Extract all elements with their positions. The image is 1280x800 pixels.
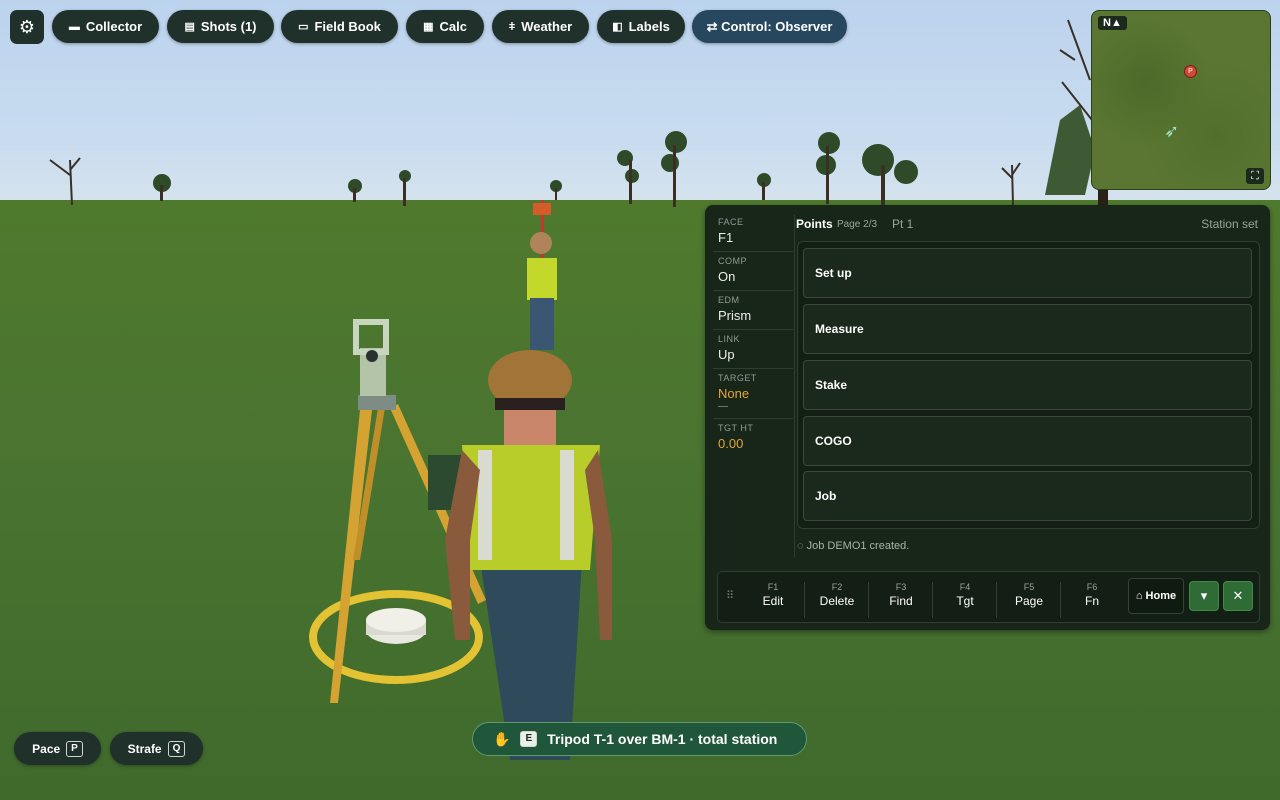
status-edm: EDM Prism <box>713 291 793 330</box>
north-indicator: N▲ <box>1098 16 1127 30</box>
f2-delete-key[interactable]: F2 Delete <box>806 582 869 618</box>
status-value: None <box>718 386 750 401</box>
fkey-label: Find <box>889 594 913 608</box>
pace-key: P <box>66 740 83 757</box>
close-panel-button[interactable]: ✕ <box>1223 581 1253 611</box>
control-observer-button[interactable]: ⇄ Control: Observer <box>692 10 847 43</box>
status-key: COMP <box>718 256 747 266</box>
fkey-label: Tgt <box>956 594 974 608</box>
field-book-button[interactable]: ▭ Field Book <box>281 10 398 43</box>
station-status: Station set <box>1201 217 1258 231</box>
labels-label: Labels <box>628 19 670 34</box>
menu-setup-button[interactable]: Set up <box>803 248 1252 298</box>
tag-icon: ◧ <box>612 21 623 33</box>
status-link: LINK Up <box>713 330 793 369</box>
status-key: TARGET <box>718 373 757 383</box>
status-value: Up <box>718 347 735 362</box>
status-value: On <box>718 269 736 284</box>
close-icon: ✕ <box>1232 588 1244 603</box>
home-button[interactable]: ⌂ Home <box>1128 578 1184 614</box>
fkey-number: F4 <box>959 582 971 592</box>
calc-label: Calc <box>439 19 467 34</box>
weather-button[interactable]: ǂ Weather <box>492 10 589 43</box>
fkey-number: F6 <box>1086 582 1098 592</box>
settings-button[interactable]: ⚙ <box>10 10 44 44</box>
status-message: ◌ Job DEMO1 created. <box>797 540 910 552</box>
f4-target-key[interactable]: F4 Tgt <box>934 582 997 618</box>
divider <box>794 215 795 557</box>
fkey-number: F3 <box>895 582 907 592</box>
status-target: TARGET None — <box>713 369 793 419</box>
field-book-label: Field Book <box>314 19 381 34</box>
interaction-prompt[interactable]: ✋ E Tripod T-1 over BM-1 · total station <box>472 722 807 756</box>
status-value: Prism <box>718 308 752 323</box>
interact-key: E <box>520 731 538 747</box>
status-face: FACE F1 <box>713 213 793 252</box>
fkey-label: Fn <box>1084 594 1099 608</box>
menu-list: Set up Measure Stake COGO Job <box>797 241 1260 529</box>
fullscreen-icon[interactable]: ⛶ <box>1246 168 1264 184</box>
strafe-button[interactable]: Strafe Q <box>110 732 203 765</box>
status-key: TGT HT <box>718 423 754 433</box>
pace-label: Pace <box>32 741 61 756</box>
collector-icon: ▬ <box>68 20 80 33</box>
collector-button[interactable]: ▬ Collector <box>52 10 159 43</box>
pace-button[interactable]: Pace P <box>14 732 101 765</box>
hand-icon: ✋ <box>493 730 511 747</box>
drag-handle-icon[interactable]: ⠿ <box>726 589 734 602</box>
status-sub: — <box>718 401 728 412</box>
calc-button[interactable]: ▦ Calc <box>406 10 484 43</box>
menu-stake-button[interactable]: Stake <box>803 360 1252 410</box>
fkey-number: F2 <box>831 582 843 592</box>
weather-label: Weather <box>521 19 573 34</box>
dropdown-button[interactable]: ▾ <box>1189 581 1219 611</box>
page-indicator: Page 2/3 <box>837 219 878 230</box>
chevron-down-icon: ▾ <box>1200 588 1208 603</box>
calculator-icon: ▦ <box>423 21 434 33</box>
f5-page-key[interactable]: F5 Page <box>998 582 1061 618</box>
strafe-label: Strafe <box>127 741 162 756</box>
clipboard-icon: ▤ <box>184 21 195 33</box>
screen-title: Points <box>796 217 833 231</box>
status-key: FACE <box>718 217 744 227</box>
gear-icon: ⚙ <box>18 16 36 37</box>
thermometer-icon: ǂ <box>508 20 516 33</box>
fkey-number: F5 <box>1023 582 1035 592</box>
fkey-label: Edit <box>762 594 784 608</box>
shots-label: Shots (1) <box>200 19 257 34</box>
book-icon: ▭ <box>298 21 309 33</box>
status-value: F1 <box>718 230 734 245</box>
current-point: Pt 1 <box>892 217 914 231</box>
minimap[interactable]: N▲ P ➶ ⛶ <box>1091 10 1271 190</box>
menu-measure-button[interactable]: Measure <box>803 304 1252 354</box>
strafe-key: Q <box>167 740 186 757</box>
f6-fn-key[interactable]: F6 Fn <box>1061 582 1123 618</box>
status-comp: COMP On <box>713 252 793 291</box>
menu-cogo-button[interactable]: COGO <box>803 416 1252 466</box>
menu-job-button[interactable]: Job <box>803 471 1252 521</box>
status-key: EDM <box>718 295 740 305</box>
fkey-number: F1 <box>767 582 779 592</box>
player-arrow-icon: ➶ <box>1164 121 1180 141</box>
control-label: ⇄ Control: Observer <box>706 18 833 34</box>
status-target-height: TGT HT 0.00 <box>713 419 793 457</box>
collector-label: Collector <box>85 19 143 34</box>
fkey-label: Page <box>1014 594 1044 608</box>
fkey-label: Delete <box>819 594 855 608</box>
shots-button[interactable]: ▤ Shots (1) <box>167 10 274 43</box>
status-key: LINK <box>718 334 741 344</box>
function-key-bar: ⠿ F1 Edit F2 Delete F3 Find F4 Tgt F5 Pa… <box>717 571 1260 623</box>
prompt-text: Tripod T-1 over BM-1 · total station <box>547 731 778 747</box>
data-collector-panel: FACE F1 COMP On EDM Prism LINK Up TARGET… <box>705 205 1270 630</box>
labels-button[interactable]: ◧ Labels <box>597 10 685 43</box>
target-marker: P <box>1184 65 1197 78</box>
status-value: 0.00 <box>718 436 744 451</box>
instrument-status: FACE F1 COMP On EDM Prism LINK Up TARGET… <box>713 213 793 457</box>
f3-find-key[interactable]: F3 Find <box>870 582 933 618</box>
f1-edit-key[interactable]: F1 Edit <box>742 582 805 618</box>
